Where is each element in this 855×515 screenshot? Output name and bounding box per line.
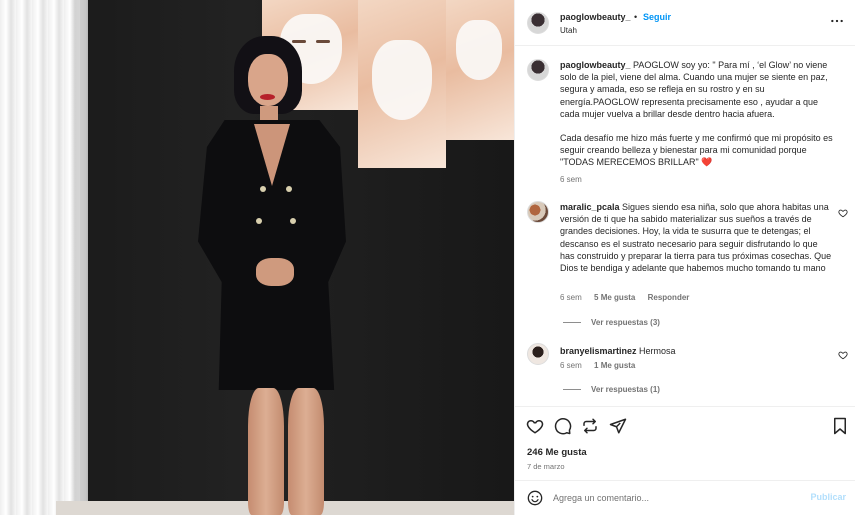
header-separator: • [634, 12, 638, 22]
comment-likes[interactable]: 1 Me gusta [594, 361, 635, 370]
comment-icon[interactable] [554, 417, 572, 435]
comment-meta: 6 sem 5 Me gusta Responder [560, 293, 699, 302]
commenter-avatar[interactable] [527, 343, 549, 365]
caption-text: paoglowbeauty_ PAOGLOW soy yo: " Para mí… [560, 59, 835, 120]
comment-input[interactable] [553, 489, 803, 507]
likes-count[interactable]: 246 Me gusta [527, 447, 587, 458]
comment-meta: 6 sem 1 Me gusta [560, 361, 645, 370]
commenter-avatar[interactable] [527, 201, 549, 223]
post-date[interactable]: 7 de marzo [527, 462, 565, 471]
caption-time[interactable]: 6 sem [560, 175, 582, 184]
view-replies-button[interactable]: Ver respuestas (3) [563, 318, 660, 327]
bookmark-icon[interactable] [831, 417, 849, 435]
add-comment-bar: Publicar [515, 480, 855, 515]
more-horizontal-icon[interactable] [830, 14, 844, 28]
comment-body: Hermosa [636, 346, 676, 356]
comment-body: Sigues siendo esa niña, solo que ahora h… [560, 202, 832, 274]
comment-text: branyelismartinez Hermosa [560, 345, 835, 357]
photo-curtain [0, 0, 88, 515]
repost-icon[interactable] [581, 417, 599, 435]
comments-scroll-area[interactable]: paoglowbeauty_ PAOGLOW soy yo: " Para mí… [515, 47, 855, 405]
post-header: paoglowbeauty_ • Seguir Utah [515, 0, 855, 46]
post-sidebar: paoglowbeauty_ • Seguir Utah paoglowbeau… [514, 0, 855, 515]
comment-likes[interactable]: 5 Me gusta [594, 293, 635, 302]
caption-avatar[interactable] [527, 59, 549, 81]
author-username[interactable]: paoglowbeauty_ [560, 12, 631, 22]
commenter-username[interactable]: maralic_pcala [560, 202, 620, 212]
heart-icon[interactable] [526, 417, 544, 435]
send-icon[interactable] [609, 417, 627, 435]
post-comment-button[interactable]: Publicar [810, 492, 846, 502]
post-location[interactable]: Utah [560, 26, 577, 35]
photo-subject [172, 36, 372, 515]
heart-icon[interactable] [838, 208, 848, 218]
commenter-username[interactable]: branyelismartinez [560, 346, 637, 356]
reply-button[interactable]: Responder [648, 293, 690, 302]
view-replies-button[interactable]: Ver respuestas (1) [563, 385, 660, 394]
emoji-icon[interactable] [527, 490, 543, 506]
caption-meta: 6 sem [560, 175, 592, 184]
photo-poster-right [446, 0, 514, 140]
comment-time[interactable]: 6 sem [560, 293, 582, 302]
caption-username[interactable]: paoglowbeauty_ [560, 60, 631, 70]
post-photo[interactable] [0, 0, 514, 515]
comment-text: maralic_pcala Sigues siendo esa niña, so… [560, 201, 832, 274]
comment-time[interactable]: 6 sem [560, 361, 582, 370]
follow-button[interactable]: Seguir [643, 12, 671, 22]
caption-paragraph-2: Cada desafío me hizo más fuerte y me con… [560, 133, 833, 168]
heart-icon[interactable] [838, 350, 848, 360]
author-avatar[interactable] [527, 12, 549, 34]
